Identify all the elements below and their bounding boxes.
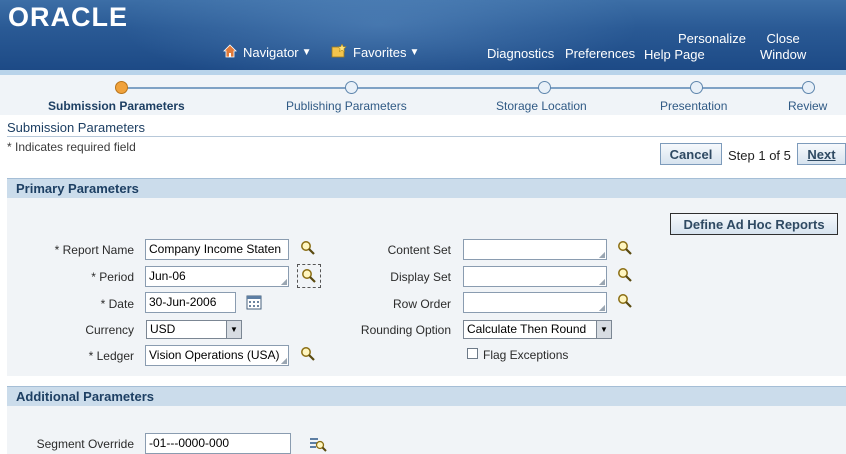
rounding-option-label: Rounding Option [360,323,451,337]
title-divider [7,136,846,137]
favorites-label: Favorites [353,45,407,60]
search-icon[interactable] [617,293,635,311]
period-label: * Period [91,270,134,284]
currency-value: USD [150,322,176,336]
content-set-field[interactable]: ◢ [463,239,607,260]
step-indicator: Step 1 of 5 [728,148,791,163]
segment-override-field[interactable]: -01---0000-000 [145,433,291,454]
search-icon[interactable] [300,346,318,364]
search-icon[interactable] [617,240,635,258]
ledger-label: * Ledger [88,349,134,363]
resize-grip-icon: ◢ [598,277,605,286]
rounding-option-value: Calculate Then Round [467,322,587,336]
content-set-label: Content Set [387,243,451,257]
flag-exceptions-label: Flag Exceptions [483,348,569,362]
flag-exceptions-checkbox[interactable] [467,348,478,359]
date-label: * Date [100,297,134,311]
search-icon[interactable] [300,240,318,258]
train-step-5-dot[interactable] [802,81,815,94]
process-train: Submission Parameters Publishing Paramet… [0,75,846,115]
train-step-storage[interactable]: Storage Location [496,99,587,113]
train-step-2-dot[interactable] [345,81,358,94]
train-step-4-dot[interactable] [690,81,703,94]
ledger-value: Vision Operations (USA) [149,348,280,362]
chevron-down-icon: ▼ [409,47,420,58]
home-icon [223,44,237,61]
help-page-text: Help Page [644,47,705,62]
period-field[interactable]: Jun-06 ◢ [145,266,289,287]
report-name-value: Company Income Staten [149,242,282,256]
ledger-field[interactable]: Vision Operations (USA) ◢ [145,345,289,366]
primary-parameters-header: Primary Parameters [7,178,846,198]
segment-override-value: -01---0000-000 [149,436,230,450]
favorites-menu[interactable]: Favorites ▼ [331,43,420,61]
additional-parameters-header: Additional Parameters [7,386,846,406]
train-step-publishing[interactable]: Publishing Parameters [286,99,407,113]
global-header: ORACLE Navigator ▼ Favorites ▼ Diagnosti… [0,0,846,70]
close-text: Close [766,31,800,46]
train-step-1-dot [115,81,128,94]
chevron-down-icon: ▼ [226,321,241,338]
resize-grip-icon: ◢ [598,250,605,259]
window-text: Window [760,47,807,62]
date-field[interactable]: 30-Jun-2006 [145,292,236,313]
page-title: Submission Parameters [7,120,145,135]
cancel-button[interactable]: Cancel [660,143,722,165]
resize-grip-icon: ◢ [280,356,287,365]
diagnostics-link[interactable]: Diagnostics [487,46,554,62]
search-icon[interactable] [617,267,635,285]
calendar-icon[interactable] [246,294,264,312]
navigator-label: Navigator [243,45,299,60]
currency-select[interactable]: USD ▼ [146,320,242,339]
report-name-field[interactable]: Company Income Staten [145,239,289,260]
row-order-label: Row Order [392,297,451,311]
train-step-review[interactable]: Review [788,99,827,113]
display-set-field[interactable]: ◢ [463,266,607,287]
currency-label: Currency [85,323,134,337]
train-connector [121,87,808,89]
resize-grip-icon: ◢ [280,277,287,286]
navigator-menu[interactable]: Navigator ▼ [223,44,312,61]
personalize-text: Personalize [678,31,746,46]
train-step-3-dot[interactable] [538,81,551,94]
rounding-option-select[interactable]: Calculate Then Round ▼ [463,320,612,339]
period-value: Jun-06 [149,269,186,283]
personalize-help-link[interactable]: Personalize Help Page [644,31,750,63]
chevron-down-icon: ▼ [301,47,312,58]
segment-override-label: Segment Override [36,437,134,451]
required-field-note: * Indicates required field [7,140,136,154]
preferences-link[interactable]: Preferences [565,46,635,62]
flexfield-search-icon[interactable] [309,436,327,454]
date-value: 30-Jun-2006 [149,295,217,309]
chevron-down-icon: ▼ [596,321,611,338]
favorites-icon [331,43,347,61]
define-ad-hoc-reports-button[interactable]: Define Ad Hoc Reports [670,213,838,235]
next-button-label: Next [807,146,836,162]
oracle-logo: ORACLE [8,2,128,32]
close-window-link[interactable]: Close Window [760,31,806,63]
train-step-submission: Submission Parameters [48,99,185,113]
search-icon[interactable] [297,264,321,288]
report-name-label: * Report Name [54,243,134,257]
next-button[interactable]: Next [797,143,846,165]
train-step-presentation[interactable]: Presentation [660,99,727,113]
row-order-field[interactable]: ◢ [463,292,607,313]
resize-grip-icon: ◢ [598,303,605,312]
display-set-label: Display Set [390,270,451,284]
